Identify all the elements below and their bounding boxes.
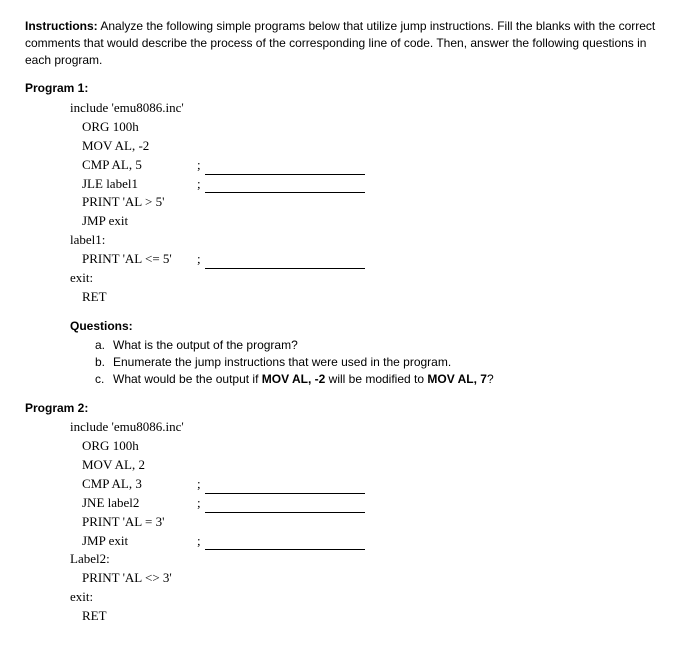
fill-blank[interactable] (205, 538, 365, 550)
comment-semicolon: ; (197, 175, 201, 194)
program-2-code: include 'emu8086.inc' ORG 100h MOV AL, 2… (70, 418, 661, 625)
code-line: include 'emu8086.inc' (70, 99, 661, 118)
code-line: exit: (70, 269, 661, 288)
instructions-text: Analyze the following simple programs be… (25, 19, 655, 67)
questions-title: Questions: (70, 318, 661, 335)
comment-semicolon: ; (197, 494, 201, 513)
question-a: a. What is the output of the program? (95, 337, 661, 354)
code-line: PRINT 'AL <> 3' (82, 569, 661, 588)
code-line: include 'emu8086.inc' (70, 418, 661, 437)
instructions-label: Instructions: (25, 19, 98, 33)
fill-blank[interactable] (205, 482, 365, 494)
program-1-section: Program 1: include 'emu8086.inc' ORG 100… (25, 80, 661, 387)
code-line-with-blank: JNE label2 ; (82, 494, 661, 513)
code-line-with-blank: PRINT 'AL <= 5' ; (82, 250, 661, 269)
question-b: b. Enumerate the jump instructions that … (95, 354, 661, 371)
code-line: PRINT 'AL > 5' (82, 193, 661, 212)
instructions-block: Instructions: Analyze the following simp… (25, 18, 661, 68)
fill-blank[interactable] (205, 163, 365, 175)
program-1-code: include 'emu8086.inc' ORG 100h MOV AL, -… (70, 99, 661, 306)
questions-block: Questions: a. What is the output of the … (70, 318, 661, 387)
fill-blank[interactable] (205, 257, 365, 269)
fill-blank[interactable] (205, 181, 365, 193)
comment-semicolon: ; (197, 532, 201, 551)
code-line: JMP exit (82, 212, 661, 231)
program-2-section: Program 2: include 'emu8086.inc' ORG 100… (25, 400, 661, 626)
code-line-with-blank: CMP AL, 5 ; (82, 156, 661, 175)
code-line-with-blank: JLE label1 ; (82, 175, 661, 194)
code-line: MOV AL, 2 (82, 456, 661, 475)
code-line: PRINT 'AL = 3' (82, 513, 661, 532)
question-c-text: What would be the output if MOV AL, -2 w… (113, 371, 494, 388)
code-line: ORG 100h (82, 118, 661, 137)
code-line-with-blank: CMP AL, 3 ; (82, 475, 661, 494)
program-1-title: Program 1: (25, 80, 661, 97)
question-c: c. What would be the output if MOV AL, -… (95, 371, 661, 388)
code-line: exit: (70, 588, 661, 607)
comment-semicolon: ; (197, 250, 201, 269)
fill-blank[interactable] (205, 501, 365, 513)
code-line: RET (82, 607, 661, 626)
program-2-title: Program 2: (25, 400, 661, 417)
code-line: ORG 100h (82, 437, 661, 456)
code-line: RET (82, 288, 661, 307)
code-line-with-blank: JMP exit ; (82, 532, 661, 551)
code-line: Label2: (70, 550, 661, 569)
code-line: label1: (70, 231, 661, 250)
code-line: MOV AL, -2 (82, 137, 661, 156)
comment-semicolon: ; (197, 475, 201, 494)
comment-semicolon: ; (197, 156, 201, 175)
